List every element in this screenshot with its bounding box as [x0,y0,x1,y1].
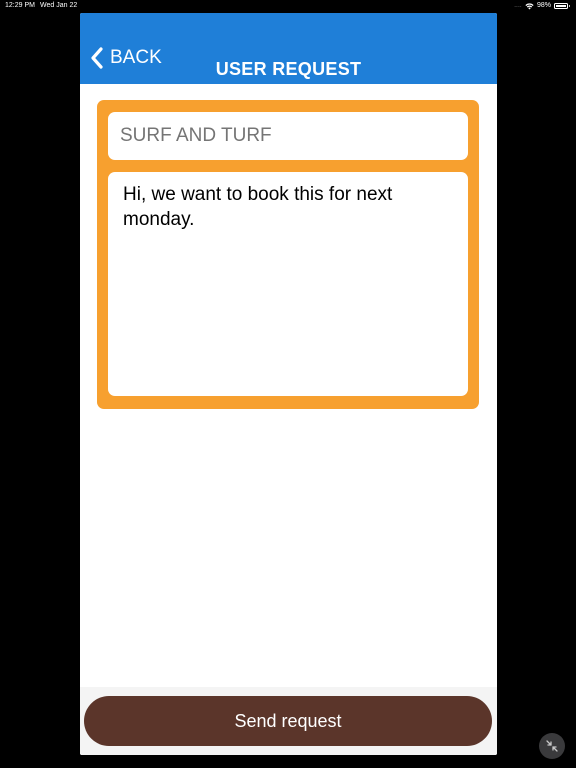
nav-bar: BACK USER REQUEST [80,13,497,84]
minimize-icon [546,740,558,752]
battery-icon [554,3,570,9]
wifi-icon [525,2,534,9]
send-request-button[interactable]: Send request [84,696,492,746]
status-indicators: .... 98% [514,0,570,12]
status-date: Wed Jan 22 [40,2,78,9]
message-textarea[interactable]: Hi, we want to book this for next monday… [108,172,468,396]
app-window: BACK USER REQUEST Hi, we want to book th… [80,13,497,755]
status-bar: 12:29 PM Wed Jan 22 .... 98% [0,0,576,12]
minimize-button[interactable] [539,733,565,759]
battery-fill [556,5,566,7]
request-card: Hi, we want to book this for next monday… [97,100,479,409]
status-time: 12:29 PM [5,2,35,9]
subject-input[interactable] [108,112,468,160]
signal-dots: .... [514,3,522,9]
battery-percent: 98% [536,2,551,9]
page-title: USER REQUEST [215,59,362,79]
